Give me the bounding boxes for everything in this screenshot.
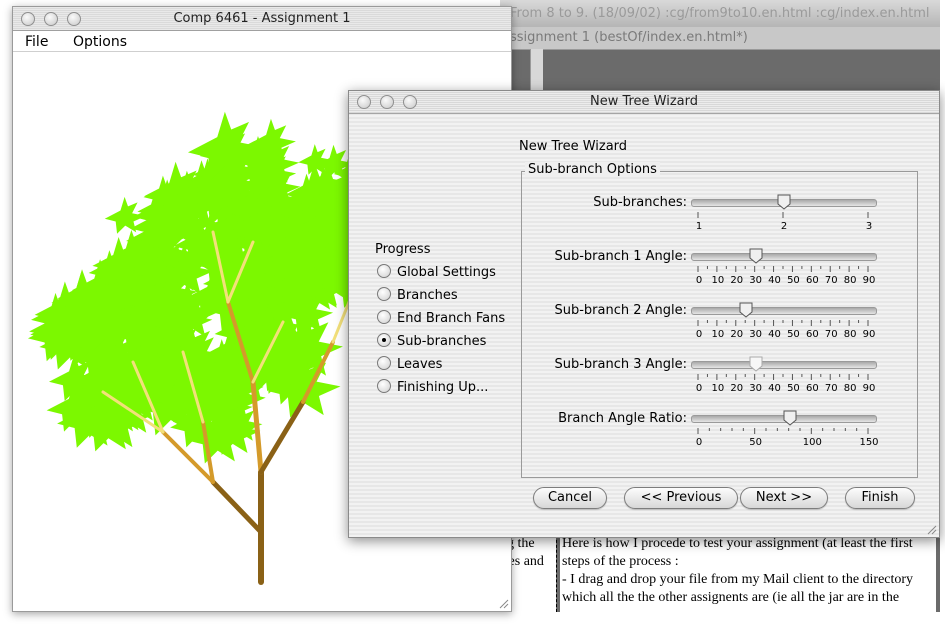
- slider-tick-label: 0: [695, 383, 703, 394]
- slider-tick-label: 2: [780, 221, 788, 232]
- slider-label: Sub-branches:: [593, 195, 687, 210]
- slider-tick-label: 30: [749, 329, 763, 340]
- slider-tick-label: 40: [768, 275, 781, 286]
- slider-tick-label: 40: [768, 383, 781, 394]
- resize-grip-icon[interactable]: [926, 524, 937, 535]
- radio-button-icon[interactable]: [377, 287, 391, 301]
- wizard-heading: New Tree Wizard: [519, 139, 628, 154]
- slider-thumb[interactable]: [749, 248, 763, 264]
- progress-step-label: Sub-branches: [397, 334, 487, 349]
- menu-options[interactable]: Options: [73, 34, 127, 50]
- slider-tick-label: 80: [843, 275, 857, 286]
- main-window-title: Comp 6461 - Assignment 1: [173, 11, 351, 26]
- slider-label: Sub-branch 1 Angle:: [554, 249, 687, 264]
- wizard-title: New Tree Wizard: [589, 94, 699, 109]
- background-document-text[interactable]: Here is how I procede to test your assig…: [560, 535, 936, 612]
- previous-button[interactable]: << Previous: [624, 487, 738, 509]
- background-window-title: From 8 to 9. (18/09/02) :cg/from9to10.en…: [510, 6, 930, 21]
- background-window-subtitle: ssignment 1 (bestOf/index.en.html*): [510, 30, 748, 45]
- slider-ticks: [697, 266, 869, 272]
- progress-step-label: Finishing Up...: [397, 380, 489, 395]
- progress-step-label: Branches: [397, 288, 458, 303]
- slider-ticks: [697, 212, 869, 218]
- progress-step-label: Global Settings: [397, 265, 496, 280]
- progress-step[interactable]: Sub-branches: [377, 333, 486, 349]
- column-divider: [556, 535, 557, 612]
- slider-track[interactable]: [691, 253, 877, 261]
- progress-step[interactable]: Branches: [377, 287, 458, 303]
- slider-tick-label: 0: [695, 275, 703, 286]
- resize-grip-icon[interactable]: [498, 598, 509, 609]
- next-button[interactable]: Next >>: [740, 487, 828, 509]
- slider-tick-label: 40: [768, 329, 781, 340]
- radio-button-icon[interactable]: [377, 356, 391, 370]
- group-label: Sub-branch Options: [525, 162, 660, 177]
- new-tree-wizard-dialog[interactable]: New Tree Wizard New Tree Wizard Sub-bran…: [348, 90, 940, 538]
- slider-tick-label: 90: [862, 275, 876, 286]
- radio-button-icon[interactable]: [377, 264, 391, 278]
- finish-button[interactable]: Finish: [845, 487, 915, 509]
- menu-file[interactable]: File: [25, 34, 48, 50]
- wizard-titlebar[interactable]: New Tree Wizard: [349, 91, 939, 114]
- slider-tick-label: 70: [824, 275, 838, 286]
- progress-label: Progress: [375, 242, 431, 257]
- radio-button-icon[interactable]: [377, 310, 391, 324]
- slider-tick-label: 60: [805, 383, 819, 394]
- slider-tick-label: 30: [749, 275, 763, 286]
- slider-tick-label: 20: [730, 383, 744, 394]
- slider-tick-label: 60: [805, 275, 819, 286]
- main-window-titlebar[interactable]: Comp 6461 - Assignment 1: [13, 7, 511, 31]
- slider-tick-label: 0: [695, 437, 703, 448]
- slider-ticks: [697, 374, 869, 380]
- text-line: which all the the other assignents are (…: [562, 590, 900, 605]
- slider-thumb[interactable]: [777, 194, 791, 210]
- slider-tick-label: 50: [787, 329, 800, 340]
- progress-step[interactable]: Leaves: [377, 356, 442, 372]
- slider-tick-label: 0: [695, 329, 703, 340]
- slider-label: Sub-branch 2 Angle:: [554, 303, 687, 318]
- slider-thumb[interactable]: [783, 410, 797, 426]
- text-line: steps of the process :: [562, 554, 679, 569]
- progress-step[interactable]: Finishing Up...: [377, 379, 488, 395]
- radio-button-icon[interactable]: [377, 333, 391, 347]
- progress-step[interactable]: End Branch Fans: [377, 310, 505, 326]
- progress-step[interactable]: Global Settings: [377, 264, 496, 280]
- slider-tick-label: 30: [749, 383, 763, 394]
- slider-tick-label: 1: [695, 221, 703, 232]
- slider-tick-label: 10: [711, 383, 725, 394]
- slider-tick-label: 90: [862, 329, 876, 340]
- progress-step-label: End Branch Fans: [397, 311, 506, 326]
- slider-tick-label: 10: [711, 275, 725, 286]
- text-line: - I drag and drop your file from my Mail…: [562, 572, 914, 587]
- slider-tick-label: 150: [859, 437, 879, 448]
- slider-tick-label: 90: [862, 383, 876, 394]
- slider-label: Branch Angle Ratio:: [558, 411, 687, 426]
- slider-tick-label: 80: [843, 329, 857, 340]
- slider-ticks: [697, 428, 869, 434]
- slider-thumb[interactable]: [739, 302, 753, 318]
- background-window-subtitle-bar: ssignment 1 (bestOf/index.en.html*): [500, 27, 940, 50]
- slider-tick-label: 20: [730, 329, 744, 340]
- slider-ticks: [697, 320, 869, 326]
- slider-tick-label: 70: [824, 329, 838, 340]
- slider-thumb[interactable]: [749, 356, 763, 372]
- slider-tick-label: 50: [787, 275, 800, 286]
- slider-tick-label: 20: [730, 275, 744, 286]
- slider-tick-label: 100: [802, 437, 822, 448]
- slider-tick-label: 3: [865, 221, 873, 232]
- progress-step-label: Leaves: [397, 357, 443, 372]
- menu-bar: File Options: [13, 31, 511, 52]
- slider-tick-label: 50: [749, 437, 763, 448]
- radio-button-icon[interactable]: [377, 379, 391, 393]
- slider-track[interactable]: [691, 361, 877, 369]
- slider-tick-label: 70: [824, 383, 838, 394]
- slider-tick-label: 10: [711, 329, 725, 340]
- slider-tick-label: 80: [843, 383, 857, 394]
- slider-track[interactable]: [691, 307, 877, 315]
- slider-label: Sub-branch 3 Angle:: [554, 357, 687, 372]
- background-window-titlebar[interactable]: From 8 to 9. (18/09/02) :cg/from9to10.en…: [500, 0, 940, 28]
- slider-tick-label: 50: [787, 383, 800, 394]
- slider-tick-label: 60: [805, 329, 819, 340]
- cancel-button[interactable]: Cancel: [533, 487, 607, 509]
